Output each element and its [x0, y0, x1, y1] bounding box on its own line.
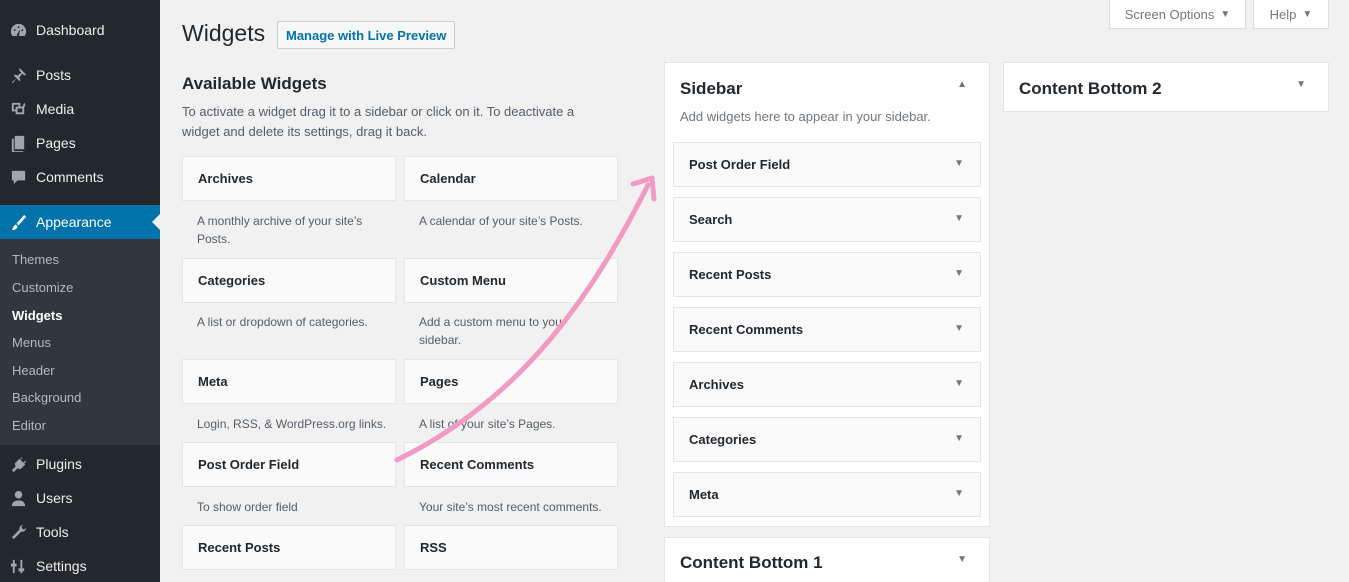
- widget-description: Add a custom menu to your sidebar.: [419, 315, 566, 347]
- widget-meta[interactable]: Meta: [182, 359, 396, 404]
- widget-title: Post Order Field: [689, 157, 791, 172]
- submenu-widgets[interactable]: Widgets: [12, 308, 62, 323]
- widget-description: A calendar of your site’s Posts.: [419, 214, 583, 228]
- menu-label: Media: [36, 101, 75, 117]
- collapse-up-icon[interactable]: ▲: [957, 79, 967, 90]
- caret-down-icon[interactable]: ▼: [957, 554, 967, 565]
- sidebar-description: Add widgets here to appear in your sideb…: [680, 109, 931, 124]
- menu-item-pages[interactable]: Pages: [0, 126, 160, 160]
- sidebar-widget-recent-posts[interactable]: Recent Posts ▼: [673, 252, 981, 297]
- widget-title: Recent Comments: [689, 322, 804, 337]
- widget-description: Login, RSS, & WordPress.org links.: [197, 417, 387, 431]
- menu-label: Users: [36, 490, 73, 506]
- menu-item-posts[interactable]: Posts: [0, 58, 160, 92]
- submenu-editor[interactable]: Editor: [12, 418, 46, 433]
- widget-description: A list of your site’s Pages.: [419, 417, 556, 431]
- submenu-customize[interactable]: Customize: [12, 280, 73, 295]
- menu-item-dashboard[interactable]: Dashboard: [0, 13, 160, 47]
- submenu-themes[interactable]: Themes: [12, 252, 59, 267]
- widget-description: Your site’s most recent comments.: [419, 500, 602, 514]
- widget-archives[interactable]: Archives: [182, 156, 396, 201]
- widget-post-order-field[interactable]: Post Order Field: [182, 442, 396, 487]
- caret-down-icon[interactable]: ▼: [1296, 79, 1306, 90]
- menu-label: Comments: [36, 169, 104, 185]
- menu-item-tools[interactable]: Tools: [0, 515, 160, 549]
- caret-down-icon: ▼: [1302, 8, 1313, 20]
- menu-label: Settings: [36, 558, 87, 574]
- widget-categories[interactable]: Categories: [182, 258, 396, 303]
- available-widgets-title: Available Widgets: [182, 74, 327, 93]
- caret-down-icon[interactable]: ▼: [954, 268, 964, 279]
- menu-label: Pages: [36, 135, 76, 151]
- pages-icon: [0, 134, 36, 153]
- caret-down-icon[interactable]: ▼: [954, 488, 964, 499]
- submenu-menus[interactable]: Menus: [12, 335, 51, 350]
- widget-title: Meta: [689, 487, 719, 502]
- pin-icon: [0, 66, 36, 85]
- menu-item-media[interactable]: Media: [0, 92, 160, 126]
- widget-description: A monthly archive of your site’s Posts.: [197, 214, 363, 246]
- arrow-head: [630, 175, 657, 202]
- sidebar-widget-recent-comments[interactable]: Recent Comments ▼: [673, 307, 981, 352]
- screen-options-button[interactable]: Screen Options ▼: [1109, 0, 1246, 29]
- sidebar-widget-search[interactable]: Search ▼: [673, 197, 981, 242]
- submenu-background[interactable]: Background: [12, 390, 81, 405]
- available-widgets-description: To activate a widget drag it to a sideba…: [182, 104, 575, 139]
- menu-label: Plugins: [36, 456, 82, 472]
- live-preview-button[interactable]: Manage with Live Preview: [277, 21, 456, 49]
- plug-icon: [0, 455, 36, 474]
- sidebar-widget-area: Sidebar ▲ Add widgets here to appear in …: [664, 62, 990, 527]
- widget-rss[interactable]: RSS: [404, 525, 618, 570]
- content-bottom-1-title: Content Bottom 1: [680, 553, 823, 572]
- screen-options-label: Screen Options: [1124, 6, 1215, 22]
- widget-recent-posts[interactable]: Recent Posts: [182, 525, 396, 570]
- brush-icon: [0, 213, 36, 232]
- user-icon: [0, 489, 36, 508]
- submenu-header[interactable]: Header: [12, 363, 55, 378]
- caret-down-icon[interactable]: ▼: [954, 323, 964, 334]
- widget-custom-menu[interactable]: Custom Menu: [404, 258, 618, 303]
- widget-description: A list or dropdown of categories.: [197, 315, 368, 329]
- media-icon: [0, 100, 36, 119]
- menu-label: Posts: [36, 67, 72, 83]
- menu-item-plugins[interactable]: Plugins: [0, 447, 160, 481]
- widget-pages[interactable]: Pages: [404, 359, 618, 404]
- menu-item-settings[interactable]: Settings: [0, 549, 160, 582]
- widget-title: Categories: [689, 432, 757, 447]
- menu-item-comments[interactable]: Comments: [0, 160, 160, 194]
- sidebar-widget-categories[interactable]: Categories ▼: [673, 417, 981, 462]
- appearance-submenu: Themes Customize Widgets Menus Header Ba…: [0, 239, 160, 445]
- widget-calendar[interactable]: Calendar: [404, 156, 618, 201]
- widget-title: Archives: [689, 377, 744, 392]
- sidebar-widget-archives[interactable]: Archives ▼: [673, 362, 981, 407]
- content-bottom-1-area[interactable]: Content Bottom 1 ▼: [664, 537, 990, 582]
- caret-down-icon[interactable]: ▼: [954, 433, 964, 444]
- content-bottom-2-title: Content Bottom 2: [1019, 79, 1162, 98]
- caret-down-icon[interactable]: ▼: [954, 378, 964, 389]
- widget-recent-comments[interactable]: Recent Comments: [404, 442, 618, 487]
- settings-icon: [0, 557, 36, 576]
- widget-description: To show order field: [197, 500, 298, 514]
- content-bottom-2-area[interactable]: Content Bottom 2 ▼: [1003, 62, 1329, 112]
- help-button[interactable]: Help ▼: [1253, 0, 1329, 29]
- sidebar-title: Sidebar: [680, 79, 743, 98]
- help-label: Help: [1269, 6, 1297, 22]
- comment-icon: [0, 168, 36, 187]
- sidebar-widget-meta[interactable]: Meta ▼: [673, 472, 981, 517]
- widget-title: Search: [689, 212, 733, 227]
- admin-menu: Dashboard Posts Media Pages Comments App…: [0, 0, 160, 582]
- menu-item-users[interactable]: Users: [0, 481, 160, 515]
- caret-down-icon: ▼: [1220, 8, 1231, 20]
- menu-label: Appearance: [36, 214, 112, 230]
- menu-item-appearance[interactable]: Appearance: [0, 205, 160, 239]
- widget-title: Recent Posts: [689, 267, 772, 282]
- wrench-icon: [0, 523, 36, 542]
- sidebar-widget-post-order-field[interactable]: Post Order Field ▼: [673, 142, 981, 187]
- caret-down-icon[interactable]: ▼: [954, 158, 964, 169]
- menu-label: Dashboard: [36, 22, 105, 38]
- page-title: Widgets: [182, 20, 266, 46]
- menu-label: Tools: [36, 524, 69, 540]
- dashboard-icon: [0, 21, 36, 40]
- caret-down-icon[interactable]: ▼: [954, 213, 964, 224]
